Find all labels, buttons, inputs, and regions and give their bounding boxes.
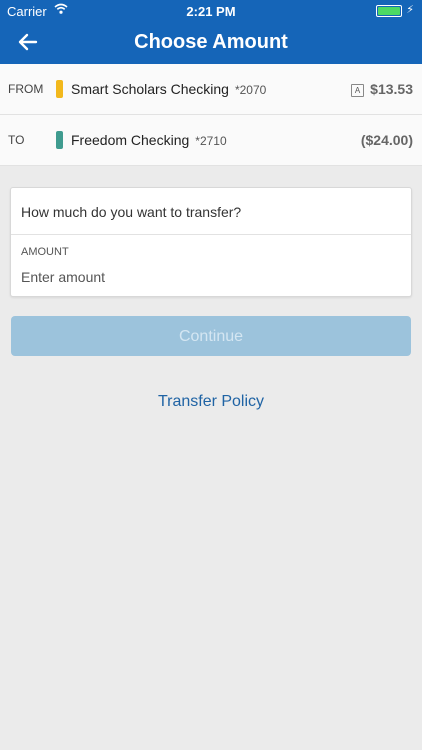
to-account-row[interactable]: TO Freedom Checking *2710 ($24.00) — [0, 115, 422, 166]
transfer-question: How much do you want to transfer? — [21, 204, 242, 220]
amount-label: AMOUNT — [21, 246, 69, 258]
from-account-title: Smart Scholars Checking — [71, 81, 229, 97]
from-label: FROM — [8, 82, 44, 96]
account-color-tag — [56, 80, 63, 98]
from-account-balance: $13.53 — [370, 81, 413, 97]
to-account-number: *2710 — [195, 134, 227, 148]
charging-bolt-icon: ⚡ — [406, 4, 414, 16]
to-account-balance: ($24.00) — [360, 132, 413, 148]
from-account-number: *2070 — [234, 83, 267, 97]
from-account-name: Smart Scholars Checking *2070 — [71, 81, 266, 97]
amount-card: How much do you want to transfer? AMOUNT — [10, 187, 412, 297]
status-time: 2:21 PM — [186, 4, 236, 19]
navigation-bar: Choose Amount — [0, 22, 422, 64]
battery-icon — [376, 5, 402, 17]
account-color-tag — [56, 131, 63, 149]
to-account-name: Freedom Checking *2710 — [71, 132, 227, 148]
to-label: TO — [8, 133, 25, 147]
from-account-row[interactable]: FROM Smart Scholars Checking *2070 A $13.… — [0, 64, 422, 115]
available-balance-badge: A — [351, 84, 364, 97]
continue-button[interactable]: Continue — [11, 316, 411, 356]
to-account-title: Freedom Checking — [71, 132, 190, 148]
status-bar: Carrier 2:21 PM ⚡ — [0, 0, 422, 22]
transfer-accounts: FROM Smart Scholars Checking *2070 A $13.… — [0, 64, 422, 166]
page-title: Choose Amount — [134, 31, 288, 53]
transfer-policy-link[interactable]: Transfer Policy — [0, 393, 422, 411]
amount-input[interactable] — [21, 267, 391, 287]
card-divider — [11, 234, 411, 235]
